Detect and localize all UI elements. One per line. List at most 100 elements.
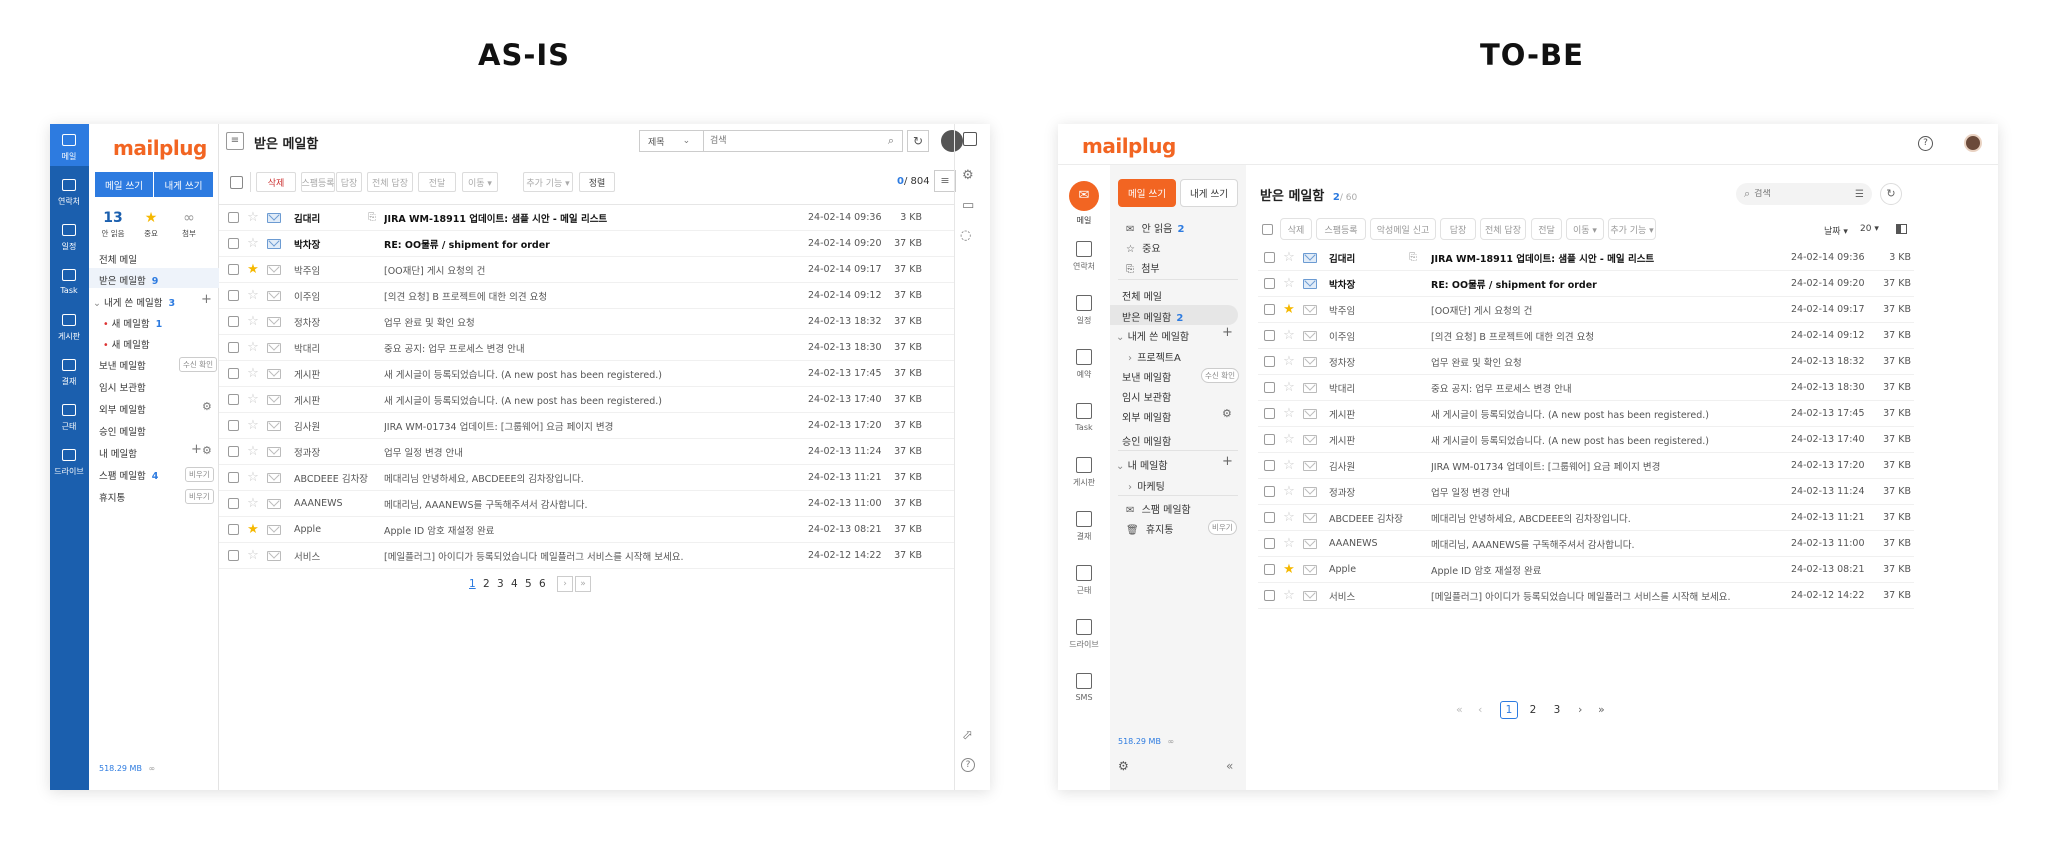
tobe-quick-important[interactable]: ☆ 중요 <box>1126 240 1161 255</box>
table-row[interactable]: ☆박대리⎘중요 공지: 업무 프로세스 변경 안내24-02-13 18:303… <box>1258 375 1914 401</box>
asis-toolbar-button[interactable]: 이동 ▾ <box>462 172 498 192</box>
subject[interactable]: 새 게시글이 등록되었습니다. (A new post has been reg… <box>1431 407 1791 421</box>
gear-icon[interactable]: ⚙ <box>202 444 212 457</box>
table-row[interactable]: ☆박차장⎘RE: OO물류 / shipment for order24-02-… <box>1258 271 1914 297</box>
tobe-search-input[interactable] <box>1750 189 1856 199</box>
avatar[interactable] <box>941 130 963 152</box>
table-row[interactable]: ☆정과장⎘업무 일정 변경 안내24-02-13 11:2437 KB <box>1258 479 1914 505</box>
asis-quick-important[interactable]: ★ 중요 <box>133 210 169 239</box>
help-icon[interactable]: ? <box>1918 136 1933 151</box>
plus-icon[interactable]: + <box>1222 325 1233 340</box>
tobe-nav-item[interactable]: 드라이브 <box>1061 613 1107 650</box>
tobe-toolbar-button[interactable]: 전체 답장 <box>1480 218 1526 240</box>
asis-toolbar-button[interactable]: 전달 <box>418 172 456 192</box>
star-icon[interactable]: ★ <box>1282 303 1296 316</box>
table-row[interactable]: ☆정차장⎘업무 완료 및 확인 요청24-02-13 18:3237 KB <box>219 309 955 335</box>
star-icon[interactable]: ☆ <box>246 471 260 484</box>
subject[interactable]: JIRA WM-01734 업데이트: [그룹웨어] 요금 페이지 변경 <box>1431 459 1791 473</box>
table-row[interactable]: ★Apple⎘Apple ID 암호 재설정 완료24-02-13 08:213… <box>219 517 955 543</box>
star-icon[interactable]: ★ <box>246 263 260 276</box>
table-row[interactable]: ☆AAANEWS⎘메대리님, AAANEWS를 구독해주셔서 감사합니다.24-… <box>1258 531 1914 557</box>
star-icon[interactable]: ☆ <box>1282 381 1296 394</box>
asis-toolbar-button[interactable]: 삭제 <box>256 172 296 192</box>
table-row[interactable]: ☆ 김대리 ⎘ JIRA WM-18911 업데이트: 샘플 시안 - 메일 리스트 2… <box>1258 245 1914 271</box>
asis-nav-item[interactable]: Task <box>50 265 89 305</box>
subject[interactable]: [의견 요청] B 프로젝트에 대한 의견 요청 <box>1431 329 1791 343</box>
asis-nav-item[interactable]: 일정 <box>50 220 89 260</box>
tobe-quick-unread[interactable]: ✉ 안 읽음 2 <box>1126 220 1185 235</box>
subject[interactable]: JIRA WM-18911 업데이트: 샘플 시안 - 메일 리스트 <box>1431 251 1791 265</box>
plus-icon[interactable]: + <box>191 442 202 457</box>
star-icon[interactable]: ☆ <box>246 367 260 380</box>
asis-select-all-checkbox[interactable] <box>230 176 243 189</box>
list-view-toggle-icon[interactable]: ≡ <box>934 170 956 192</box>
avatar[interactable] <box>1964 134 1982 152</box>
tobe-folder-trash[interactable]: 🗑 휴지통 <box>1126 521 1174 536</box>
star-icon[interactable]: ☆ <box>1282 251 1296 264</box>
subject[interactable]: [메일플러그] 아이디가 등록되었습니다 메일플러그 서비스를 시작해 보세요. <box>384 549 808 563</box>
star-icon[interactable]: ★ <box>1282 563 1296 576</box>
subject[interactable]: RE: OO물류 / shipment for order <box>384 237 808 251</box>
menu-toggle-icon[interactable]: ≡ <box>226 132 244 150</box>
gear-icon[interactable]: ⚙ <box>202 400 212 413</box>
asis-toolbar-button[interactable]: 스팸등록 <box>301 172 335 192</box>
tobe-folder-mine[interactable]: ⌄ 내 메일함 <box>1116 457 1168 472</box>
table-row[interactable]: ☆ABCDEEE 김차장⎘메대리님 안녕하세요, ABCDEEE의 김차장입니다… <box>1258 505 1914 531</box>
tobe-nav-item[interactable]: 연락처 <box>1061 235 1107 272</box>
row-checkbox[interactable] <box>228 212 239 223</box>
tobe-toolbar-button[interactable]: 삭제 <box>1280 218 1312 240</box>
asis-nav-item[interactable]: 메일 <box>50 130 89 170</box>
row-checkbox[interactable] <box>228 290 239 301</box>
subject[interactable]: 업무 일정 변경 안내 <box>384 445 808 459</box>
asis-logo[interactable]: mailplug <box>113 136 207 160</box>
asis-quick-attach[interactable]: ∞ 첨부 <box>171 210 207 239</box>
table-row[interactable]: ☆박차장⎘RE: OO물류 / shipment for order24-02-… <box>219 231 955 257</box>
subject[interactable]: JIRA WM-01734 업데이트: [그룹웨어] 요금 페이지 변경 <box>384 419 808 433</box>
star-icon[interactable]: ☆ <box>1282 485 1296 498</box>
subject[interactable]: 중요 공지: 업무 프로세스 변경 안내 <box>1431 381 1791 395</box>
row-checkbox[interactable] <box>228 238 239 249</box>
asis-folder-temp[interactable]: 임시 보관함 <box>99 380 146 394</box>
tobe-toolbar-button[interactable]: 답장 <box>1440 218 1476 240</box>
next-page-icon[interactable]: › <box>557 576 573 592</box>
asis-folder-sent[interactable]: 보낸 메일함 <box>99 358 146 372</box>
row-checkbox[interactable] <box>228 316 239 327</box>
row-checkbox[interactable] <box>1264 538 1275 549</box>
asis-folder-mine[interactable]: 내 메일함 <box>99 446 137 460</box>
star-icon[interactable]: ☆ <box>246 211 260 224</box>
filter-icon[interactable]: ☰ <box>1855 189 1864 200</box>
tobe-self-compose-button[interactable]: 내게 쓰기 <box>1180 179 1238 207</box>
collapse-sidebar-icon[interactable]: « <box>1226 759 1233 773</box>
row-checkbox[interactable] <box>1264 512 1275 523</box>
asis-folder-inbox[interactable]: 받은 메일함 9 <box>99 273 158 287</box>
read-receipt-button[interactable]: 수신 확인 <box>179 357 217 372</box>
plus-icon[interactable]: + <box>201 292 212 307</box>
plus-icon[interactable]: + <box>1222 454 1233 469</box>
asis-folder-new1[interactable]: • 새 메일함 1 <box>103 316 162 330</box>
table-row[interactable]: ☆정과장⎘업무 일정 변경 안내24-02-13 11:2437 KB <box>219 439 955 465</box>
tobe-folder-all[interactable]: 전체 메일 <box>1122 288 1162 303</box>
row-checkbox[interactable] <box>1264 330 1275 341</box>
row-checkbox[interactable] <box>228 446 239 457</box>
asis-folder-new2[interactable]: • 새 메일함 <box>103 337 150 351</box>
asis-quick-unread[interactable]: 13 안 읽음 <box>95 210 131 239</box>
table-row[interactable]: ★Apple⎘Apple ID 암호 재설정 완료24-02-13 08:213… <box>1258 557 1914 583</box>
sidebar-toggle-icon[interactable] <box>963 132 977 146</box>
star-icon[interactable]: ☆ <box>1282 329 1296 342</box>
tobe-nav-item[interactable]: Task <box>1061 397 1107 432</box>
row-checkbox[interactable] <box>1264 382 1275 393</box>
star-icon[interactable]: ☆ <box>1282 459 1296 472</box>
tobe-folder-inbox[interactable]: 받은 메일함 2 <box>1122 309 1183 324</box>
subject[interactable]: JIRA WM-18911 업데이트: 샘플 시안 - 메일 리스트 <box>384 211 808 225</box>
row-checkbox[interactable] <box>1264 304 1275 315</box>
asis-nav-item[interactable]: 근태 <box>50 400 89 440</box>
star-icon[interactable]: ☆ <box>1282 511 1296 524</box>
table-row[interactable]: ☆ABCDEEE 김차장⎘메대리님 안녕하세요, ABCDEEE의 김차장입니다… <box>219 465 955 491</box>
star-icon[interactable]: ☆ <box>246 497 260 510</box>
tobe-folder-project[interactable]: › 프로젝트A <box>1128 349 1181 364</box>
asis-nav-item[interactable]: 드라이브 <box>50 445 89 485</box>
table-row[interactable]: ☆게시판⎘새 게시글이 등록되었습니다. (A new post has bee… <box>1258 427 1914 453</box>
messenger-icon[interactable]: ◌ <box>960 228 971 243</box>
tobe-nav-item[interactable]: ✉ 메일 <box>1061 181 1107 226</box>
table-row[interactable]: ☆ 김대리 ⎘ JIRA WM-18911 업데이트: 샘플 시안 - 메일 리스트 2… <box>219 205 955 231</box>
